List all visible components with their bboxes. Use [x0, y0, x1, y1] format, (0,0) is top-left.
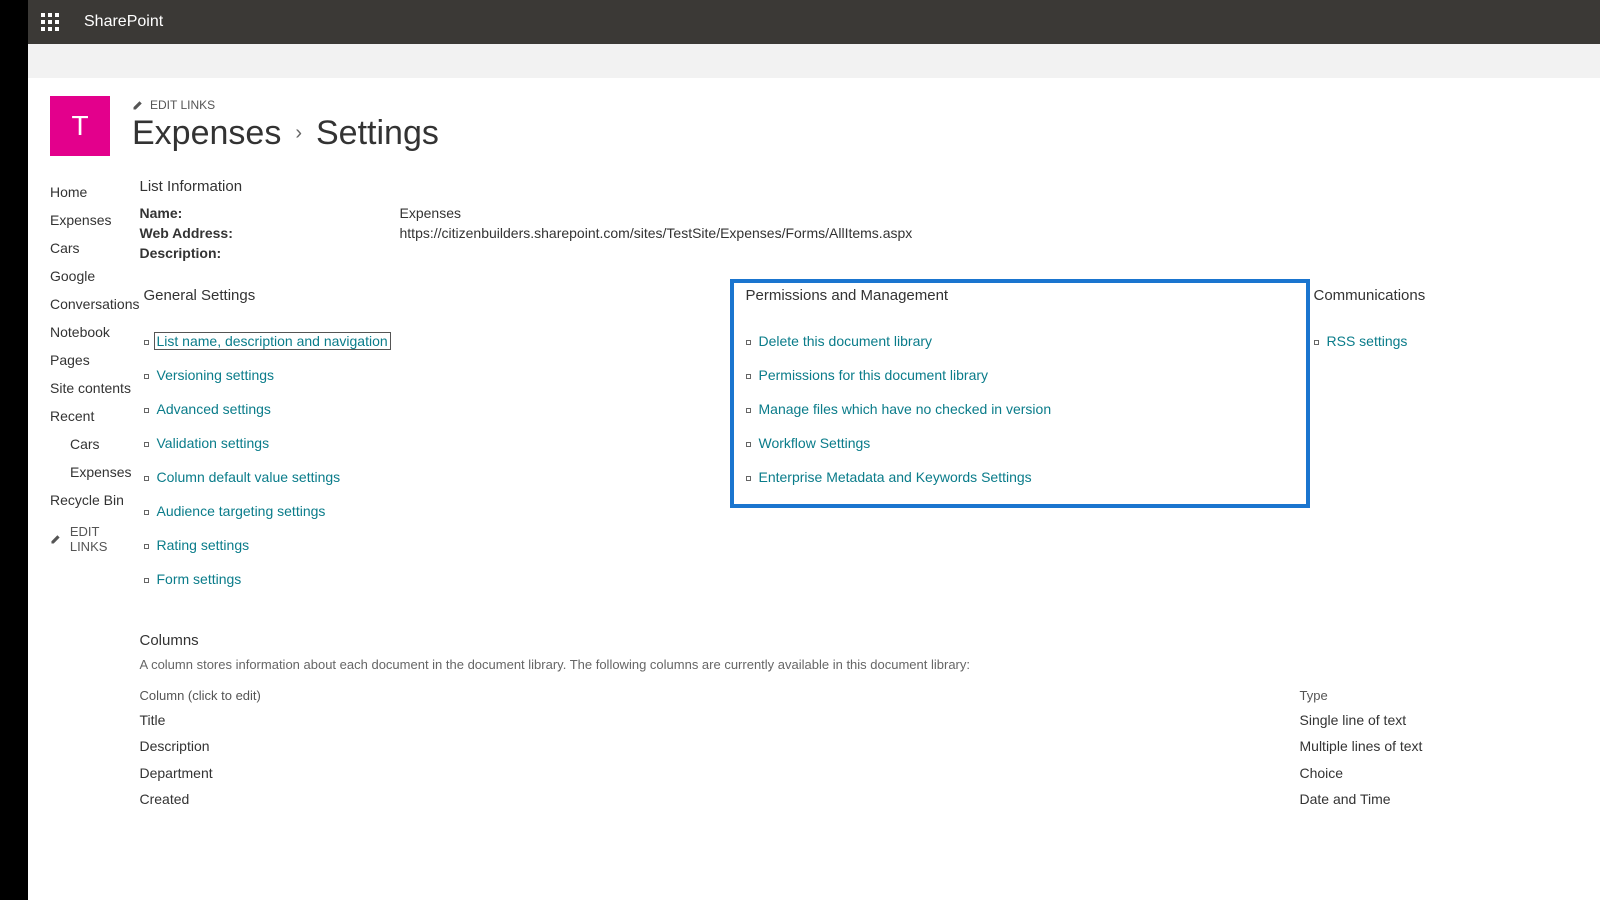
- link-permissions-library[interactable]: Permissions for this document library: [759, 367, 989, 383]
- communications-column: Communications RSS settings: [1310, 287, 1600, 596]
- columns-table: Column (click to edit) Type Required Tit…: [140, 684, 1600, 812]
- column-name-link[interactable]: Title: [140, 707, 1300, 733]
- link-audience-targeting[interactable]: Audience targeting settings: [157, 503, 326, 519]
- general-settings-heading: General Settings: [140, 287, 730, 304]
- bullet-icon: [746, 442, 751, 447]
- nav-recycle-bin[interactable]: Recycle Bin: [50, 486, 140, 514]
- permissions-column: Permissions and Management Delete this d…: [730, 287, 1310, 596]
- page-header: T EDIT LINKS Expenses › Settings: [28, 78, 1600, 156]
- bullet-icon: [746, 374, 751, 379]
- nav-recent-heading: Recent: [50, 402, 140, 430]
- page-content: T EDIT LINKS Expenses › Settings Home Ex…: [28, 78, 1600, 900]
- nav-expenses[interactable]: Expenses: [50, 206, 140, 234]
- nav-edit-links-button[interactable]: EDIT LINKS: [50, 514, 140, 564]
- columns-heading: Columns: [140, 632, 1600, 649]
- pencil-icon: [50, 533, 62, 545]
- site-logo[interactable]: T: [50, 96, 110, 156]
- chevron-right-icon: ›: [295, 122, 302, 145]
- link-rss-settings[interactable]: RSS settings: [1327, 333, 1408, 349]
- column-type: Single line of text: [1300, 707, 1600, 733]
- nav-recent-expenses[interactable]: Expenses: [50, 458, 140, 486]
- bullet-icon: [144, 374, 149, 379]
- column-type: Date and Time: [1300, 786, 1600, 812]
- bullet-icon: [1314, 340, 1319, 345]
- columns-header-name: Column (click to edit): [140, 684, 1300, 707]
- table-row: Created Date and Time: [140, 786, 1600, 812]
- bullet-icon: [746, 408, 751, 413]
- bullet-icon: [144, 544, 149, 549]
- bullet-icon: [144, 340, 149, 345]
- columns-section: Columns A column stores information abou…: [140, 632, 1600, 812]
- bullet-icon: [144, 578, 149, 583]
- link-column-default-values[interactable]: Column default value settings: [157, 469, 341, 485]
- columns-header-type: Type: [1300, 684, 1600, 707]
- link-enterprise-metadata[interactable]: Enterprise Metadata and Keywords Setting…: [759, 469, 1032, 485]
- window-left-border: [0, 0, 28, 900]
- info-web-value: https://citizenbuilders.sharepoint.com/s…: [400, 225, 913, 241]
- app-launcher-button[interactable]: [28, 0, 72, 44]
- left-nav: Home Expenses Cars Google Conversations …: [28, 178, 140, 812]
- info-desc-label: Description:: [140, 245, 400, 261]
- table-row: Description Multiple lines of text: [140, 733, 1600, 759]
- bullet-icon: [746, 340, 751, 345]
- columns-description: A column stores information about each d…: [140, 657, 1600, 672]
- bullet-icon: [144, 510, 149, 515]
- nav-recent-cars[interactable]: Cars: [50, 430, 140, 458]
- link-validation-settings[interactable]: Validation settings: [157, 435, 270, 451]
- link-delete-library[interactable]: Delete this document library: [759, 333, 933, 349]
- table-row: Department Choice ✓: [140, 759, 1600, 786]
- waffle-icon: [41, 13, 59, 31]
- info-name-label: Name:: [140, 205, 400, 221]
- link-rating-settings[interactable]: Rating settings: [157, 537, 250, 553]
- top-edit-links-label: EDIT LINKS: [150, 98, 215, 112]
- general-settings-column: General Settings List name, description …: [140, 287, 730, 596]
- column-type: Choice: [1300, 759, 1600, 786]
- ribbon-bar: [28, 44, 1600, 78]
- main-content: List Information Name: Expenses Web Addr…: [140, 178, 1600, 812]
- pencil-icon: [132, 99, 144, 111]
- communications-heading: Communications: [1310, 287, 1600, 304]
- permissions-highlight-box: Permissions and Management Delete this d…: [730, 279, 1310, 508]
- nav-edit-links-label: EDIT LINKS: [70, 524, 140, 554]
- nav-notebook[interactable]: Notebook: [50, 318, 140, 346]
- nav-cars[interactable]: Cars: [50, 234, 140, 262]
- info-web-label: Web Address:: [140, 225, 400, 241]
- info-name-value: Expenses: [400, 205, 461, 221]
- suite-product-name[interactable]: SharePoint: [84, 13, 163, 31]
- suite-bar: SharePoint: [28, 0, 1600, 44]
- link-list-name-desc-nav[interactable]: List name, description and navigation: [154, 332, 391, 350]
- breadcrumb-page: Settings: [316, 114, 439, 153]
- column-name-link[interactable]: Created: [140, 786, 1300, 812]
- breadcrumb: Expenses › Settings: [132, 114, 439, 153]
- nav-pages[interactable]: Pages: [50, 346, 140, 374]
- bullet-icon: [144, 442, 149, 447]
- nav-google[interactable]: Google: [50, 262, 140, 290]
- link-workflow-settings[interactable]: Workflow Settings: [759, 435, 871, 451]
- column-name-link[interactable]: Department: [140, 759, 1300, 786]
- table-row: Title Single line of text: [140, 707, 1600, 733]
- nav-site-contents[interactable]: Site contents: [50, 374, 140, 402]
- permissions-heading: Permissions and Management: [742, 287, 1298, 304]
- link-manage-no-checkedin[interactable]: Manage files which have no checked in ve…: [759, 401, 1052, 417]
- breadcrumb-list[interactable]: Expenses: [132, 114, 281, 153]
- list-info-heading: List Information: [140, 178, 1600, 195]
- bullet-icon: [144, 476, 149, 481]
- link-versioning-settings[interactable]: Versioning settings: [157, 367, 275, 383]
- bullet-icon: [144, 408, 149, 413]
- column-type: Multiple lines of text: [1300, 733, 1600, 759]
- top-edit-links-button[interactable]: EDIT LINKS: [132, 98, 439, 112]
- link-advanced-settings[interactable]: Advanced settings: [157, 401, 271, 417]
- bullet-icon: [746, 476, 751, 481]
- link-form-settings[interactable]: Form settings: [157, 571, 242, 587]
- nav-conversations[interactable]: Conversations: [50, 290, 140, 318]
- site-logo-letter: T: [71, 110, 88, 142]
- nav-home[interactable]: Home: [50, 178, 140, 206]
- column-name-link[interactable]: Description: [140, 733, 1300, 759]
